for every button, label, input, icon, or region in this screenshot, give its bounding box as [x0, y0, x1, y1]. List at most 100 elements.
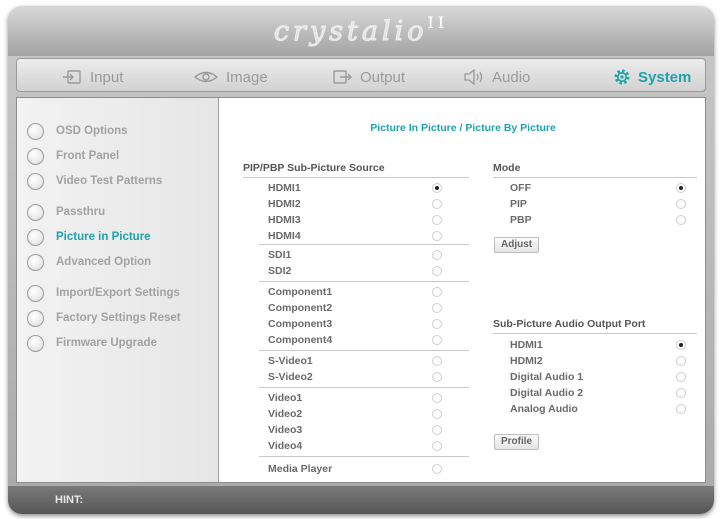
sidebar: OSD Options Front Panel Video Test Patte… — [17, 98, 219, 482]
tab-system[interactable]: System — [613, 66, 691, 88]
source-option-component2: Component2 — [268, 302, 333, 314]
source-option-sdi2: SDI2 — [268, 265, 292, 277]
brand-logo: crystalioII — [8, 13, 714, 48]
source-radio-component4[interactable] — [432, 335, 442, 345]
audio-divider — [493, 333, 697, 334]
input-icon — [61, 69, 83, 85]
sidebar-item-label: Video Test Patterns — [56, 175, 163, 187]
sidebar-item-firmware-upgrade[interactable]: Firmware Upgrade — [27, 332, 157, 354]
source-divider — [259, 456, 469, 457]
brand-logo-text: crystalio — [273, 16, 428, 48]
sidebar-item-label: OSD Options — [56, 125, 128, 137]
mode-radio-pip[interactable] — [676, 199, 686, 209]
sidebar-item-factory-settings-reset[interactable]: Factory Settings Reset — [27, 307, 181, 329]
sidebar-item-advanced-option[interactable]: Advanced Option — [27, 251, 151, 273]
source-divider — [259, 387, 469, 388]
sidebar-item-osd-options[interactable]: OSD Options — [27, 120, 128, 142]
sidebar-bullet — [27, 122, 44, 140]
mode-option-pbp: PBP — [510, 214, 532, 226]
audio-radio-digital-audio-2[interactable] — [676, 388, 686, 398]
tab-system-label: System — [638, 68, 692, 86]
audio-heading: Sub-Picture Audio Output Port — [493, 318, 646, 330]
mode-radio-off[interactable] — [676, 183, 686, 193]
source-option-video2: Video2 — [268, 408, 303, 420]
tab-output[interactable]: Output — [333, 66, 405, 88]
source-radio-video4[interactable] — [432, 441, 442, 451]
source-option-component3: Component3 — [268, 318, 333, 330]
source-option-video4: Video4 — [268, 440, 303, 452]
sidebar-bullet — [27, 334, 44, 352]
source-radio-component1[interactable] — [432, 287, 442, 297]
speaker-icon — [463, 69, 485, 85]
adjust-button[interactable]: Adjust — [494, 237, 540, 253]
tab-input-label: Input — [90, 68, 124, 86]
audio-option-hdmi2: HDMI2 — [510, 355, 543, 367]
source-divider — [259, 281, 469, 282]
mode-radio-pbp[interactable] — [676, 215, 686, 225]
source-radio-hdmi2[interactable] — [432, 199, 442, 209]
source-option-hdmi3: HDMI3 — [268, 214, 301, 226]
source-option-hdmi4: HDMI4 — [268, 230, 301, 242]
audio-radio-hdmi1[interactable] — [676, 340, 686, 350]
sidebar-bullet — [27, 284, 44, 302]
sidebar-item-front-panel[interactable]: Front Panel — [27, 145, 119, 167]
audio-radio-hdmi2[interactable] — [676, 356, 686, 366]
tab-output-label: Output — [360, 68, 406, 86]
source-divider — [243, 177, 469, 178]
source-radio-media-player[interactable] — [432, 464, 442, 474]
sidebar-item-passthru[interactable]: Passthru — [27, 201, 105, 223]
source-option-hdmi1: HDMI1 — [268, 182, 301, 194]
sidebar-item-label: Advanced Option — [56, 256, 152, 268]
sidebar-bullet — [27, 309, 44, 327]
hint-bar: HINT: — [8, 486, 714, 514]
sidebar-item-label: Firmware Upgrade — [56, 337, 157, 349]
source-option-s-video2: S-Video2 — [268, 371, 313, 383]
sidebar-item-import-export-settings[interactable]: Import/Export Settings — [27, 282, 180, 304]
sidebar-item-video-test-patterns[interactable]: Video Test Patterns — [27, 170, 162, 192]
source-divider — [259, 350, 469, 351]
source-divider — [259, 244, 469, 245]
source-option-hdmi2: HDMI2 — [268, 198, 301, 210]
tab-audio-label: Audio — [492, 68, 531, 86]
sidebar-item-picture-in-picture[interactable]: Picture in Picture — [27, 226, 151, 248]
source-radio-hdmi4[interactable] — [432, 231, 442, 241]
sidebar-bullet — [27, 147, 44, 165]
source-radio-sdi2[interactable] — [432, 266, 442, 276]
profile-button[interactable]: Profile — [494, 434, 540, 450]
source-heading: PIP/PBP Sub-Picture Source — [243, 162, 385, 174]
tab-audio[interactable]: Audio — [463, 66, 530, 88]
sidebar-item-label: Front Panel — [56, 150, 120, 162]
mode-option-off: OFF — [510, 182, 531, 194]
source-radio-video2[interactable] — [432, 409, 442, 419]
audio-option-analog-audio: Analog Audio — [510, 403, 578, 415]
tab-image[interactable]: Image — [193, 66, 268, 88]
output-icon — [333, 69, 353, 85]
source-radio-hdmi3[interactable] — [432, 215, 442, 225]
hint-label: HINT: — [55, 494, 84, 506]
tab-input[interactable]: Input — [61, 66, 123, 88]
logo-bar: crystalioII — [8, 6, 714, 56]
source-radio-component3[interactable] — [432, 319, 442, 329]
source-option-video3: Video3 — [268, 424, 303, 436]
source-radio-sdi1[interactable] — [432, 250, 442, 260]
audio-option-digital-audio-1: Digital Audio 1 — [510, 371, 584, 383]
gear-icon — [613, 68, 631, 86]
sidebar-bullet — [27, 172, 44, 190]
source-radio-component2[interactable] — [432, 303, 442, 313]
sidebar-item-label: Picture in Picture — [56, 231, 151, 243]
content-panel: OSD Options Front Panel Video Test Patte… — [16, 97, 706, 483]
tab-image-label: Image — [226, 68, 268, 86]
source-radio-video1[interactable] — [432, 393, 442, 403]
source-radio-s-video1[interactable] — [432, 356, 442, 366]
mode-option-pip: PIP — [510, 198, 527, 210]
page-title: Picture In Picture / Picture By Picture — [370, 122, 556, 134]
audio-radio-digital-audio-1[interactable] — [676, 372, 686, 382]
sidebar-item-label: Passthru — [56, 206, 106, 218]
source-option-component1: Component1 — [268, 286, 333, 298]
source-radio-video3[interactable] — [432, 425, 442, 435]
audio-option-hdmi1: HDMI1 — [510, 339, 543, 351]
audio-radio-analog-audio[interactable] — [676, 404, 686, 414]
main-tab-bar: Input Image Output Audio System — [16, 58, 706, 92]
source-radio-s-video2[interactable] — [432, 372, 442, 382]
source-radio-hdmi1[interactable] — [432, 183, 442, 193]
